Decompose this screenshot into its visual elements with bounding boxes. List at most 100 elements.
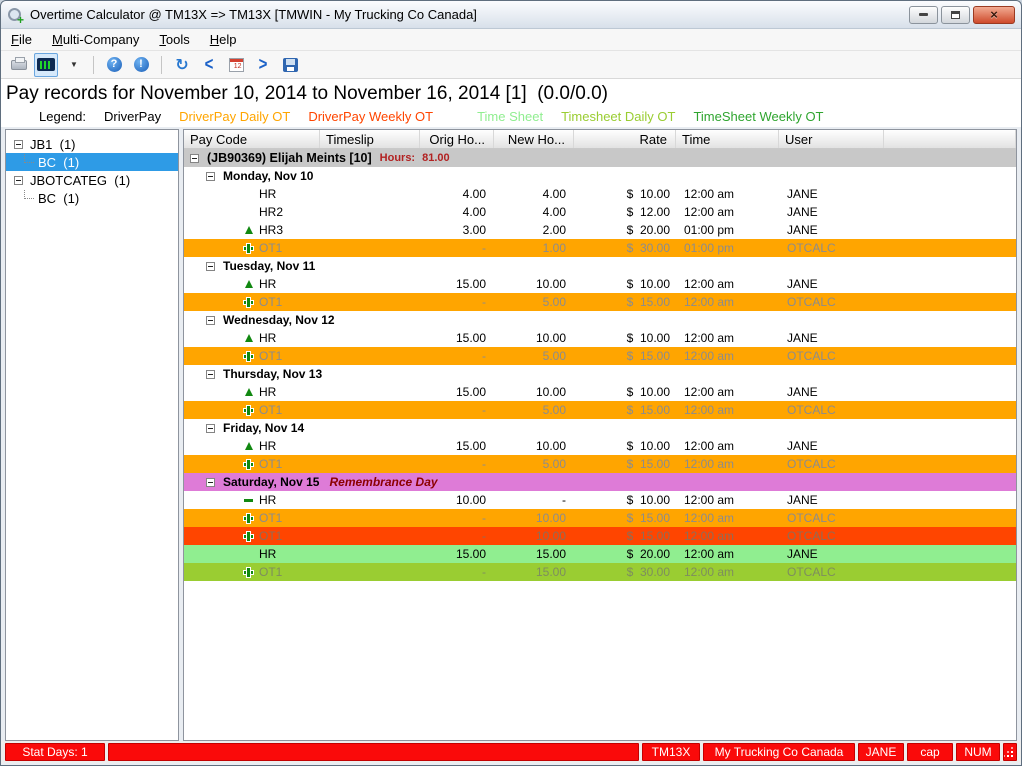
menu-item-tools[interactable]: Tools <box>159 32 189 47</box>
orig-hours-cell: - <box>420 347 494 365</box>
collapse-box-icon[interactable] <box>14 140 23 149</box>
filler-cell <box>884 383 1016 401</box>
restore-button[interactable] <box>941 6 970 24</box>
pay-records-grid: Pay CodeTimeslipOrig Ho...New Ho...RateT… <box>183 129 1017 741</box>
pay-record-row[interactable]: HR15.0010.00$ 10.0012:00 amJANE <box>184 275 1016 293</box>
pay-record-row[interactable]: OT1-15.00$ 30.0012:00 amOTCALC <box>184 563 1016 581</box>
collapse-box-icon[interactable] <box>190 154 199 163</box>
app-icon <box>7 7 23 23</box>
day-group-row[interactable]: Monday, Nov 10 <box>184 167 1016 185</box>
arrow-up-icon <box>242 280 255 288</box>
pay-record-row[interactable]: HR33.002.00$ 20.0001:00 pmJANE <box>184 221 1016 239</box>
column-header-orig-ho[interactable]: Orig Ho... <box>420 130 494 148</box>
filler-cell <box>884 527 1016 545</box>
pay-code-text: OT1 <box>259 349 282 363</box>
menu-item-help[interactable]: Help <box>210 32 237 47</box>
menu-item-multi-company[interactable]: Multi-Company <box>52 32 139 47</box>
day-group-row[interactable]: Saturday, Nov 15Remembrance Day <box>184 473 1016 491</box>
pay-record-row[interactable]: HR4.004.00$ 10.0012:00 amJANE <box>184 185 1016 203</box>
pay-code-text: HR <box>259 277 276 291</box>
day-group-row[interactable]: Friday, Nov 14 <box>184 419 1016 437</box>
collapse-box-icon[interactable] <box>14 176 23 185</box>
previous-period-button[interactable]: < <box>197 53 221 77</box>
column-header-user[interactable]: User <box>779 130 884 148</box>
orig-hours-cell: - <box>420 239 494 257</box>
day-group-row[interactable]: Wednesday, Nov 12 <box>184 311 1016 329</box>
pay-record-row[interactable]: OT1-5.00$ 15.0012:00 amOTCALC <box>184 293 1016 311</box>
day-group-row[interactable]: Thursday, Nov 13 <box>184 365 1016 383</box>
pay-record-row[interactable]: OT1-1.00$ 30.0001:00 pmOTCALC <box>184 239 1016 257</box>
pay-record-row[interactable]: OT1-5.00$ 15.0012:00 amOTCALC <box>184 455 1016 473</box>
collapse-box-icon[interactable] <box>206 262 215 271</box>
category-tree: JB1 (1)BC (1)JBOTCATEG (1)BC (1) <box>5 129 179 741</box>
day-group-row[interactable]: Tuesday, Nov 11 <box>184 257 1016 275</box>
pay-record-row[interactable]: OT1-10.00$ 15.0012:00 amOTCALC <box>184 509 1016 527</box>
resize-grip[interactable] <box>1003 743 1017 761</box>
pay-record-row[interactable]: HR15.0010.00$ 10.0012:00 amJANE <box>184 383 1016 401</box>
orig-hours-cell: 3.00 <box>420 221 494 239</box>
pay-record-row[interactable]: OT1-5.00$ 15.0012:00 amOTCALC <box>184 347 1016 365</box>
collapse-box-icon[interactable] <box>206 172 215 181</box>
minimize-icon <box>919 13 928 16</box>
tree-item-bc-1[interactable]: BC (1) <box>6 189 178 207</box>
pay-code-cell: HR <box>184 383 320 401</box>
pay-record-row[interactable]: OT1-10.00$ 15.0012:00 amOTCALC <box>184 527 1016 545</box>
timeslip-cell <box>320 293 420 311</box>
tree-item-bc-1[interactable]: BC (1) <box>6 153 178 171</box>
plus-icon <box>242 513 255 524</box>
restore-icon <box>951 11 960 19</box>
column-header-time[interactable]: Time <box>676 130 779 148</box>
status-text: JANE <box>866 745 897 759</box>
pay-record-row[interactable]: HR15.0010.00$ 10.0012:00 amJANE <box>184 329 1016 347</box>
timeslip-cell <box>320 329 420 347</box>
grid-header-row: Pay CodeTimeslipOrig Ho...New Ho...RateT… <box>184 130 1016 149</box>
collapse-box-icon[interactable] <box>206 478 215 487</box>
column-header-pay-code[interactable]: Pay Code <box>184 130 320 148</box>
timeslip-cell <box>320 455 420 473</box>
time-cell: 12:00 am <box>676 527 779 545</box>
user-cell: JANE <box>779 329 884 347</box>
collapse-box-icon[interactable] <box>206 424 215 433</box>
orig-hours-cell: 4.00 <box>420 203 494 221</box>
column-header-new-ho[interactable]: New Ho... <box>494 130 574 148</box>
activity-display-button[interactable] <box>34 53 58 77</box>
print-button[interactable] <box>7 53 31 77</box>
close-button[interactable]: × <box>973 6 1015 24</box>
column-header-timeslip[interactable]: Timeslip <box>320 130 420 148</box>
column-header-rate[interactable]: Rate <box>574 130 676 148</box>
orig-hours-cell: - <box>420 509 494 527</box>
pay-record-row[interactable]: HR10.00-$ 10.0012:00 amJANE <box>184 491 1016 509</box>
refresh-button[interactable]: ↻ <box>170 53 194 77</box>
timeslip-cell <box>320 563 420 581</box>
user-cell: OTCALC <box>779 527 884 545</box>
pay-record-row[interactable]: HR24.004.00$ 12.0012:00 amJANE <box>184 203 1016 221</box>
filler-cell <box>884 185 1016 203</box>
orig-hours-cell: 10.00 <box>420 491 494 509</box>
pay-record-row[interactable]: HR15.0015.00$ 20.0012:00 amJANE <box>184 545 1016 563</box>
next-period-button[interactable]: > <box>251 53 275 77</box>
timeslip-cell <box>320 437 420 455</box>
collapse-box-icon[interactable] <box>206 370 215 379</box>
tree-item-jbotcateg-1[interactable]: JBOTCATEG (1) <box>6 171 178 189</box>
pay-record-row[interactable]: HR15.0010.00$ 10.0012:00 amJANE <box>184 437 1016 455</box>
holiday-note: Remembrance Day <box>329 475 437 489</box>
tree-connector-icon <box>24 190 34 199</box>
calendar-button[interactable]: 12 <box>224 53 248 77</box>
collapse-box-icon[interactable] <box>206 316 215 325</box>
help-button[interactable]: ? <box>102 53 126 77</box>
menu-item-file[interactable]: File <box>11 32 32 47</box>
info-button[interactable]: ! <box>129 53 153 77</box>
pay-code-cell: HR2 <box>184 203 320 221</box>
minimize-button[interactable] <box>909 6 938 24</box>
save-button[interactable] <box>278 53 302 77</box>
status-num: NUM <box>956 743 1000 761</box>
new-hours-cell: 10.00 <box>494 383 574 401</box>
activity-dropdown-button[interactable]: ▼ <box>61 53 85 77</box>
day-label: Friday, Nov 14 <box>223 421 304 435</box>
tree-item-jb1-1[interactable]: JB1 (1) <box>6 135 178 153</box>
legend-timesheet-weekly-ot: TimeSheet Weekly OT <box>693 109 823 124</box>
employee-group-row[interactable]: (JB90369) Elijah Meints [10]Hours:81.00 <box>184 149 1016 167</box>
pay-record-row[interactable]: OT1-5.00$ 15.0012:00 amOTCALC <box>184 401 1016 419</box>
rate-cell: $ 15.00 <box>574 527 676 545</box>
filler-cell <box>884 455 1016 473</box>
